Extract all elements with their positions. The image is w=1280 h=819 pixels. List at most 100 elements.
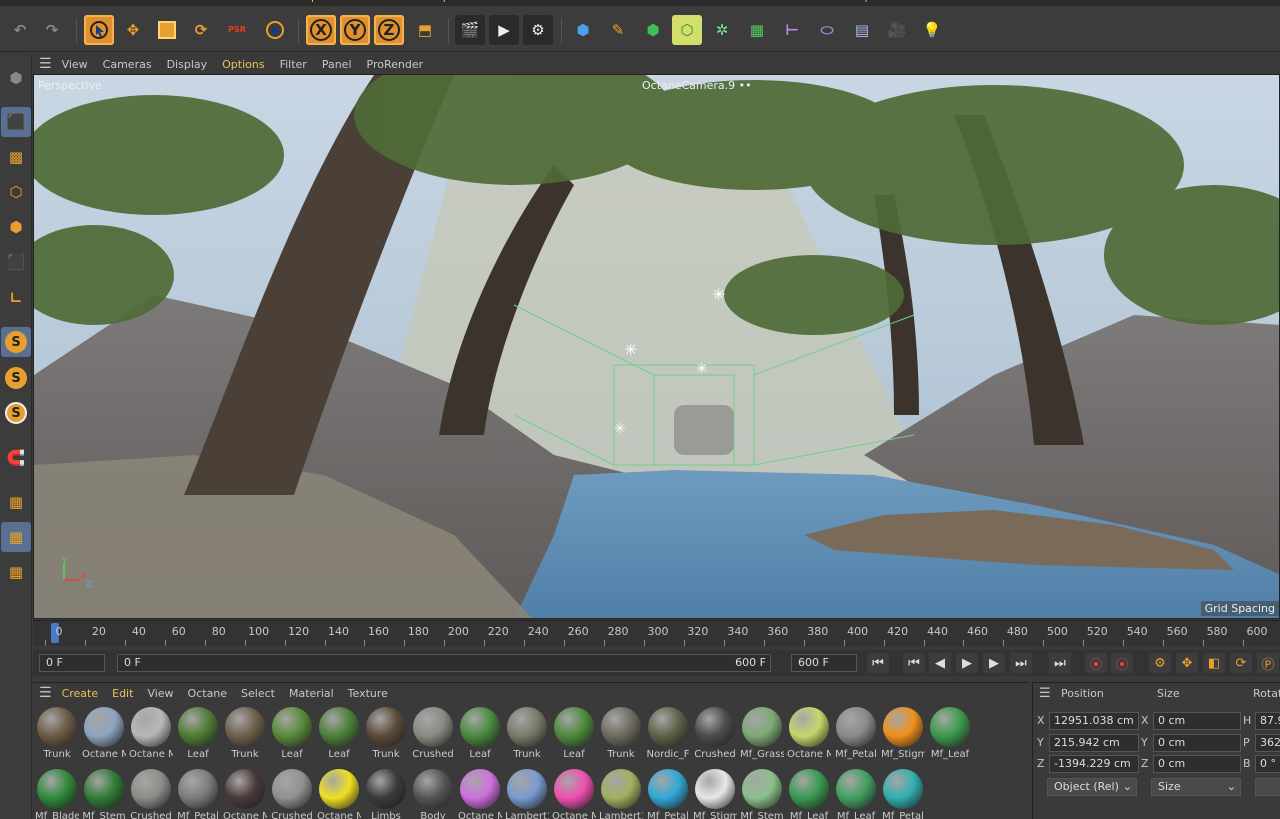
deformer-button[interactable]: ▦ — [742, 15, 772, 45]
light-gizmo-icon[interactable]: ✳ — [614, 421, 626, 437]
cube-object-button[interactable]: ⬢ — [568, 15, 598, 45]
array-button[interactable]: ⬡ — [672, 15, 702, 45]
light-gizmo-icon[interactable]: ✳ — [624, 340, 637, 359]
material-swatch[interactable]: Octane M — [458, 769, 502, 819]
size-y-field[interactable]: 0 cm — [1153, 734, 1241, 752]
hamburger-icon[interactable]: ☰ — [1039, 686, 1051, 701]
field-button[interactable]: ⊢ — [777, 15, 807, 45]
viewport-menu-view[interactable]: View — [62, 58, 88, 71]
camera-button[interactable]: 🎥 — [882, 15, 912, 45]
locked-workplane-button[interactable]: ▦ — [1, 522, 31, 552]
material-swatch[interactable]: Mf_Stigm — [693, 769, 737, 819]
x-axis-lock-button[interactable]: X — [306, 15, 336, 45]
select-tool-button[interactable] — [84, 15, 114, 45]
size-x-field[interactable]: 0 cm — [1153, 712, 1241, 730]
end-frame-field[interactable]: 600 F — [791, 654, 857, 672]
material-swatch[interactable]: Leaf — [458, 707, 502, 760]
go-to-start-icon[interactable]: ⏮ — [867, 653, 889, 673]
preview-range-slider[interactable]: 0 F 600 F — [117, 654, 771, 672]
polygons-mode-button[interactable]: ⬛ — [1, 247, 31, 277]
parameter-key-icon[interactable]: Ⓟ — [1257, 653, 1279, 673]
snap-button[interactable]: S — [1, 327, 31, 357]
light-gizmo-icon[interactable]: ✳ — [696, 361, 708, 377]
render-settings-button[interactable]: ⚙ — [523, 15, 553, 45]
capsule-button[interactable]: ⬭ — [812, 15, 842, 45]
material-swatch[interactable]: Mf_Grass — [740, 707, 784, 760]
magnet-button[interactable]: 🧲 — [1, 443, 31, 473]
material-swatch[interactable]: Octane M — [787, 707, 831, 760]
material-swatch[interactable]: Crushed — [411, 707, 455, 760]
material-menu-texture[interactable]: Texture — [348, 687, 388, 700]
material-swatch[interactable]: Mf_Leaf — [928, 707, 972, 760]
z-axis-lock-button[interactable]: Z — [374, 15, 404, 45]
next-frame-icon[interactable]: ▶ — [983, 653, 1005, 673]
material-swatch[interactable]: Mf_Leaf — [834, 769, 878, 819]
material-swatch[interactable]: Mf_Leaf — [787, 769, 831, 819]
material-menu-create[interactable]: Create — [62, 687, 99, 700]
previous-frame-icon[interactable]: ◀ — [929, 653, 951, 673]
material-swatch[interactable]: Trunk — [599, 707, 643, 760]
next-key-icon[interactable]: ⏭ — [1010, 653, 1032, 673]
viewport-menu-filter[interactable]: Filter — [280, 58, 307, 71]
axis-mode-button[interactable]: ∟ — [1, 283, 31, 313]
texture-mode-button[interactable]: ▩ — [1, 142, 31, 172]
material-menu-material[interactable]: Material — [289, 687, 334, 700]
undo-icon[interactable]: ↶ — [5, 15, 35, 45]
make-editable-button[interactable]: ⬢ — [1, 63, 31, 93]
material-swatch[interactable]: Trunk — [223, 707, 267, 760]
material-swatch[interactable]: Octane M — [82, 707, 126, 760]
viewport-menu-cameras[interactable]: Cameras — [103, 58, 152, 71]
position-key-icon[interactable]: ✥ — [1176, 653, 1198, 673]
snap-settings-button[interactable]: S — [1, 363, 31, 393]
size-z-field[interactable]: 0 cm — [1153, 755, 1241, 773]
hamburger-icon[interactable]: ☰ — [39, 56, 52, 72]
scale-tool-button[interactable] — [152, 15, 182, 45]
material-menu-select[interactable]: Select — [241, 687, 275, 700]
rotation-key-icon[interactable]: ⟳ — [1230, 653, 1252, 673]
redo-icon[interactable]: ↷ — [37, 15, 67, 45]
material-swatch[interactable]: Mf_Blade — [35, 769, 79, 819]
planar-workplane-button[interactable]: ▦ — [1, 557, 31, 587]
material-swatch[interactable]: Mf_Stem — [82, 769, 126, 819]
material-swatch[interactable]: Octane M — [552, 769, 596, 819]
material-swatch[interactable]: Leaf — [317, 707, 361, 760]
material-swatch[interactable]: Crushed — [129, 769, 173, 819]
material-swatch[interactable]: Leaf — [270, 707, 314, 760]
previous-key-icon[interactable]: ⏮ — [903, 653, 925, 673]
scale-key-icon[interactable]: ◧ — [1203, 653, 1225, 673]
viewport-menu-prorender[interactable]: ProRender — [367, 58, 424, 71]
material-swatch[interactable]: Mf_Petal — [646, 769, 690, 819]
pos-z-field[interactable]: -1394.229 cm — [1049, 755, 1139, 773]
edges-mode-button[interactable]: ⬢ — [1, 212, 31, 242]
material-swatch[interactable]: Lambert1 — [505, 769, 549, 819]
rot-h-field[interactable]: 87.9 — [1255, 712, 1280, 730]
model-mode-button[interactable]: ⬛ — [1, 107, 31, 137]
pen-tool-button[interactable]: ✎ — [603, 15, 633, 45]
material-swatch[interactable]: Octane M — [317, 769, 361, 819]
light-button[interactable]: 💡 — [917, 15, 947, 45]
viewport-menu-display[interactable]: Display — [167, 58, 208, 71]
autokey-icon[interactable]: ⦿ — [1111, 653, 1133, 673]
material-swatch[interactable]: Mf_Petal — [881, 769, 925, 819]
material-swatch[interactable]: Mf_Stem — [740, 769, 784, 819]
material-swatch[interactable]: Crushed — [693, 707, 737, 760]
material-swatch[interactable]: Body — [411, 769, 455, 819]
floor-button[interactable]: ▤ — [847, 15, 877, 45]
rotate-tool-button[interactable]: ⟳ — [186, 15, 216, 45]
size-mode-dropdown[interactable]: Size ⌄ — [1151, 778, 1241, 796]
material-menu-octane[interactable]: Octane — [188, 687, 228, 700]
current-frame-field[interactable]: 0 F — [39, 654, 105, 672]
workplane-button[interactable]: ▦ — [1, 487, 31, 517]
material-menu-view[interactable]: View — [147, 687, 173, 700]
hamburger-icon[interactable]: ☰ — [39, 685, 52, 701]
material-swatch[interactable]: Trunk — [35, 707, 79, 760]
light-gizmo-icon[interactable]: ✳ — [712, 285, 725, 304]
coordinate-system-button[interactable]: ⬒ — [410, 15, 440, 45]
material-swatch[interactable]: Leaf — [176, 707, 220, 760]
subdivision-button[interactable]: ⬢ — [638, 15, 668, 45]
material-swatch[interactable]: Trunk — [505, 707, 549, 760]
y-axis-lock-button[interactable]: Y — [340, 15, 370, 45]
viewport-3d[interactable]: ✳ ✳ ✳ ✳ Perspective OctaneCamera.9 •• Gr… — [33, 74, 1280, 619]
material-menu-edit[interactable]: Edit — [112, 687, 133, 700]
pos-y-field[interactable]: 215.942 cm — [1049, 734, 1139, 752]
